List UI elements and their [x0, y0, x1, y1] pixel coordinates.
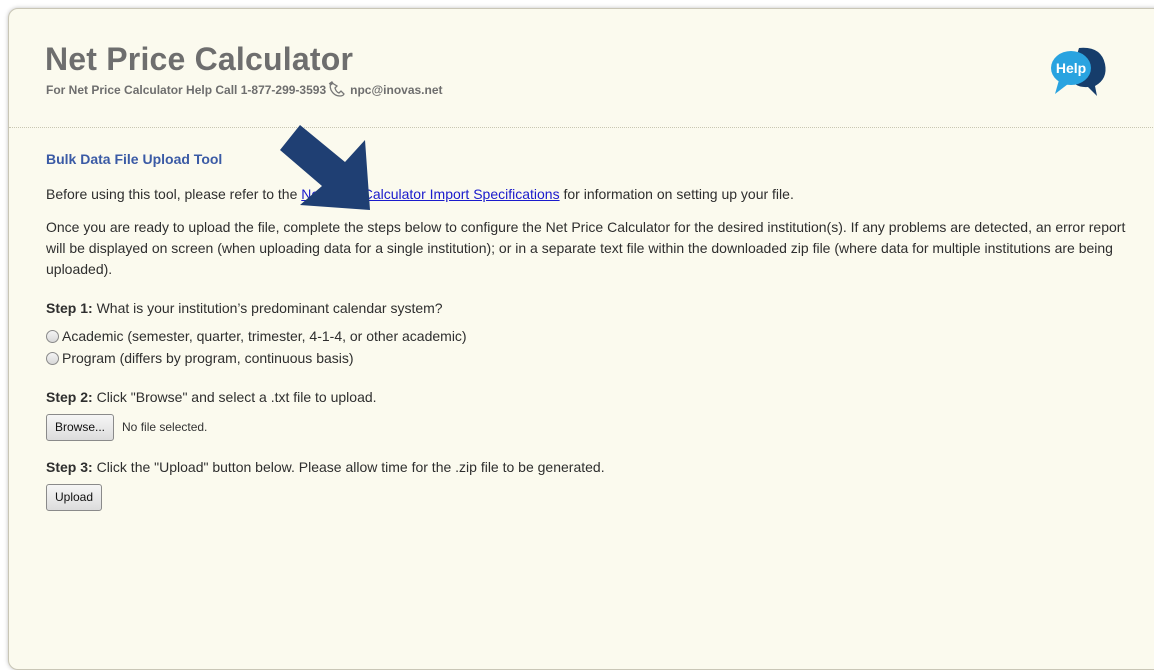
upload-button[interactable]: Upload: [46, 484, 103, 511]
help-phone-text: For Net Price Calculator Help Call 1-877…: [46, 83, 327, 97]
academic-option-label: Academic (semester, quarter, trimester, …: [62, 327, 467, 344]
program-option-label: Program (differs by program, continuous …: [62, 349, 354, 366]
step1-text: What is your institution’s predominant c…: [92, 300, 443, 316]
import-specifications-link[interactable]: Net Price Calculator Import Specificatio…: [301, 186, 559, 202]
header: Net Price Calculator For Net Price Calcu…: [9, 9, 1154, 127]
file-input-row: Browse... No file selected.: [46, 414, 1126, 441]
program-radio[interactable]: [46, 351, 59, 365]
help-bubble-icon: Help: [1051, 47, 1106, 96]
page-panel: Net Price Calculator For Net Price Calcu…: [8, 8, 1154, 670]
step3-text: Click the "Upload" button below. Please …: [92, 459, 605, 475]
step2-text: Click "Browse" and select a .txt file to…: [92, 389, 377, 405]
main-content: Bulk Data File Upload Tool Before using …: [46, 149, 1126, 511]
phone-icon: [327, 81, 349, 97]
calendar-option-program[interactable]: Program (differs by program, continuous …: [46, 347, 1126, 369]
intro-before: Before using this tool, please refer to …: [46, 186, 302, 202]
academic-radio[interactable]: [46, 329, 59, 343]
step1-label: Step 1:: [46, 300, 93, 316]
tool-title: Bulk Data File Upload Tool: [46, 151, 223, 167]
help-label: Help: [1056, 60, 1086, 76]
calendar-option-academic[interactable]: Academic (semester, quarter, trimester, …: [46, 325, 1126, 347]
step1-question: Step 1: What is your institution’s predo…: [46, 298, 1126, 319]
app-title: Net Price Calculator: [45, 41, 354, 77]
intro-after: for information on setting up your file.: [559, 186, 794, 202]
upload-row: Upload: [46, 484, 1126, 511]
file-status: No file selected.: [122, 420, 208, 434]
browse-button[interactable]: Browse...: [46, 414, 115, 441]
step3-instruction: Step 3: Click the "Upload" button below.…: [46, 457, 1126, 478]
instructions-paragraph: Once you are ready to upload the file, c…: [46, 219, 1126, 277]
header-divider: [9, 127, 1154, 128]
step2-instruction: Step 2: Click "Browse" and select a .txt…: [46, 387, 1126, 408]
help-button[interactable]: Help: [1049, 44, 1111, 100]
help-contact-line: For Net Price Calculator Help Call 1-877…: [46, 81, 443, 97]
step3-label: Step 3:: [46, 459, 93, 475]
intro-paragraph: Before using this tool, please refer to …: [46, 184, 1126, 205]
step2-label: Step 2:: [46, 389, 93, 405]
help-email-text: npc@inovas.net: [350, 83, 443, 97]
